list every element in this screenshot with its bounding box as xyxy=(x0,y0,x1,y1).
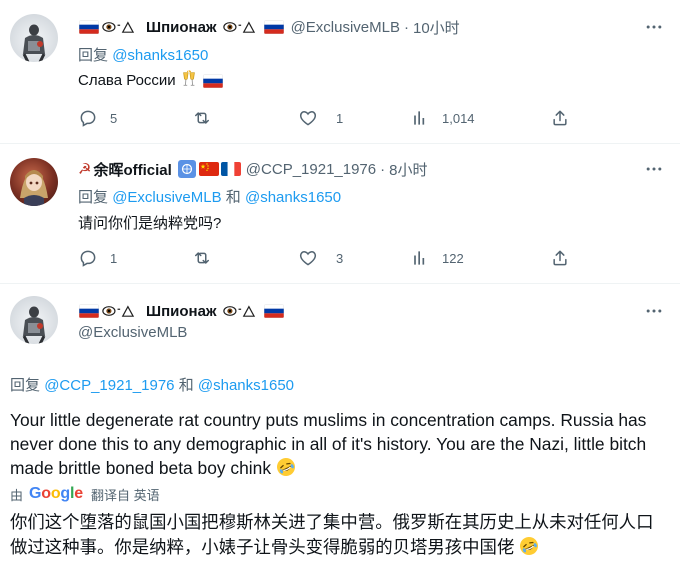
display-name[interactable]: Шпионаж xyxy=(146,303,217,320)
mention-link[interactable]: @shanks1650 xyxy=(198,377,294,394)
user-handle[interactable]: @ExclusiveMLB xyxy=(291,19,400,36)
reply-button[interactable]: 1 xyxy=(78,246,117,270)
translation-attribution[interactable]: 由 Google 翻译自 英语 xyxy=(10,484,160,504)
tweet-text: 请问你们是纳粹党吗? xyxy=(78,215,222,232)
heart-icon xyxy=(298,248,318,268)
mention-link[interactable]: @shanks1650 xyxy=(245,189,341,206)
china-flag-icon xyxy=(198,162,219,176)
reply-context: 回复 @ExclusiveMLB 和 @shanks1650 xyxy=(78,186,341,207)
retweet-button[interactable] xyxy=(192,246,212,270)
tweet-text: Слава России xyxy=(78,69,224,89)
reply-icon xyxy=(78,248,98,268)
un-flag-icon xyxy=(177,160,196,178)
views-icon xyxy=(410,248,430,268)
reply-conjunction: 和 xyxy=(225,189,241,206)
share-button[interactable] xyxy=(550,246,570,270)
translated-from-label: 翻译自 英语 xyxy=(90,487,160,503)
translate-by-label: 由 xyxy=(10,487,24,503)
reply-prefix: 回复 xyxy=(10,377,41,394)
tweet-text-content: Your little degenerate rat country puts … xyxy=(10,410,647,478)
heart-icon xyxy=(298,108,318,128)
tweet-header: Шпионаж xyxy=(78,300,285,322)
tweet-text: Your little degenerate rat country puts … xyxy=(10,408,670,480)
share-icon xyxy=(550,108,570,128)
russia-flag-icon xyxy=(79,20,99,34)
mention-link[interactable]: @shanks1650 xyxy=(112,47,208,64)
more-icon[interactable] xyxy=(644,17,664,37)
separator-dot: · xyxy=(404,18,409,36)
avatar[interactable] xyxy=(10,14,58,62)
view-count: 122 xyxy=(442,250,464,266)
mention-link[interactable]: @CCP_1921_1976 xyxy=(44,377,174,394)
views-button[interactable]: 122 xyxy=(410,246,464,270)
retweet-icon xyxy=(192,248,212,268)
mention-link[interactable]: @ExclusiveMLB xyxy=(112,189,221,206)
share-icon xyxy=(550,248,570,268)
reply-prefix: 回复 xyxy=(78,47,109,64)
tweet-header: ☭ 余晖official @CCP_1921_1976 · 8小时 xyxy=(78,158,427,180)
reply-button[interactable]: 5 xyxy=(78,106,117,130)
eye-triangle-icon xyxy=(223,303,261,319)
russia-flag-icon xyxy=(264,304,284,318)
reply-context: 回复 @shanks1650 xyxy=(78,44,208,65)
reply-icon xyxy=(78,108,98,128)
reply-context: 回复 @CCP_1921_1976 和 @shanks1650 xyxy=(10,374,294,395)
separator-dot: · xyxy=(380,160,386,178)
eye-triangle-icon xyxy=(102,19,140,35)
more-icon[interactable] xyxy=(644,301,664,321)
more-icon[interactable] xyxy=(644,159,664,179)
display-name[interactable]: 余晖official xyxy=(93,159,171,180)
tweet-text-content: Слава России xyxy=(78,72,176,89)
timestamp[interactable]: 10小时 xyxy=(413,17,460,38)
retweet-icon xyxy=(192,108,212,128)
eye-triangle-icon xyxy=(223,19,261,35)
views-button[interactable]: 1,014 xyxy=(410,106,475,130)
rolling-laughing-emoji xyxy=(519,536,539,556)
avatar[interactable] xyxy=(10,296,58,344)
retweet-button[interactable] xyxy=(192,106,212,130)
reply-prefix: 回复 xyxy=(78,189,109,206)
clinking-glasses-icon xyxy=(183,69,195,86)
google-logo: Google xyxy=(29,485,83,502)
reply-conjunction: 和 xyxy=(178,377,194,394)
like-count: 1 xyxy=(336,110,344,126)
hammer-sickle-icon: ☭ xyxy=(78,161,92,178)
russia-flag-icon xyxy=(203,74,223,88)
russia-flag-icon xyxy=(264,20,284,34)
france-flag-icon xyxy=(220,162,241,176)
timestamp[interactable]: 8小时 xyxy=(389,159,427,180)
tweet-header: Шпионаж @ExclusiveMLB · 10小时 xyxy=(78,16,460,38)
tweet-2[interactable]: ☭ 余晖official @CCP_1921_1976 · 8小时 回复 @Ex… xyxy=(0,144,680,284)
russia-flag-icon xyxy=(79,304,99,318)
avatar[interactable] xyxy=(10,158,58,206)
like-button[interactable]: 3 xyxy=(298,246,343,270)
like-button[interactable]: 1 xyxy=(298,106,343,130)
translated-text-content: 你们这个堕落的鼠国小国把穆斯林关进了集中营。俄罗斯在其历史上从未对任何人口做过这… xyxy=(10,512,654,557)
view-count: 1,014 xyxy=(442,110,475,126)
reply-count: 5 xyxy=(110,110,118,126)
user-handle[interactable]: @CCP_1921_1976 xyxy=(246,161,376,178)
rolling-laughing-emoji xyxy=(276,457,296,477)
eye-triangle-icon xyxy=(102,303,140,319)
like-count: 3 xyxy=(336,250,344,266)
translated-text: 你们这个堕落的鼠国小国把穆斯林关进了集中营。俄罗斯在其历史上从未对任何人口做过这… xyxy=(10,510,670,560)
user-handle[interactable]: @ExclusiveMLB xyxy=(78,324,187,341)
share-button[interactable] xyxy=(550,106,570,130)
tweet-1[interactable]: Шпионаж @ExclusiveMLB · 10小时 回复 @shanks1… xyxy=(0,0,680,140)
views-icon xyxy=(410,108,430,128)
reply-count: 1 xyxy=(110,250,118,266)
display-name[interactable]: Шпионаж xyxy=(146,19,217,36)
